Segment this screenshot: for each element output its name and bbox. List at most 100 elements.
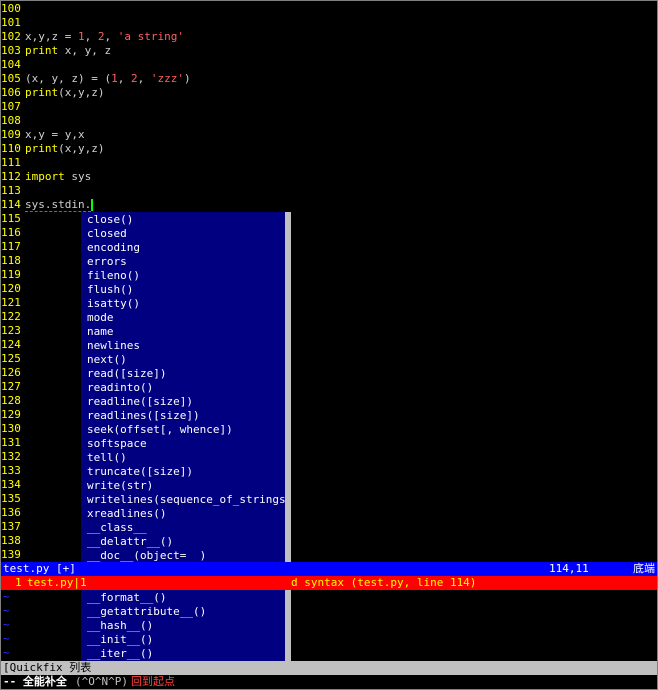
editor-line[interactable]: 129 — [1, 408, 25, 422]
code-token: , — [104, 30, 118, 43]
editor-line[interactable]: 130 — [1, 422, 25, 436]
completion-item[interactable]: errors — [87, 255, 127, 269]
editor-line[interactable]: 125 — [1, 352, 25, 366]
completion-item[interactable]: close() — [87, 213, 133, 227]
quickfix-title: [Quickfix 列表 — [3, 661, 92, 674]
editor-line[interactable]: 116 — [1, 226, 25, 240]
completion-item[interactable]: __iter__() — [87, 647, 153, 661]
completion-scrollbar[interactable] — [285, 212, 291, 675]
completion-item[interactable]: softspace — [87, 437, 147, 451]
editor-line[interactable]: 134 — [1, 478, 25, 492]
completion-item[interactable]: __init__() — [87, 633, 153, 647]
completion-item[interactable]: read([size]) — [87, 367, 166, 381]
completion-item[interactable]: __class__ — [87, 521, 147, 535]
vim-window[interactable]: 100 101 102 x,y,z = 1, 2, 'a string' 103 prin… — [0, 0, 658, 690]
code-token: print — [25, 142, 59, 155]
completion-item[interactable]: readinto() — [87, 381, 153, 395]
completion-item[interactable]: seek(offset[, whence]) — [87, 423, 233, 437]
completion-item[interactable]: newlines — [87, 339, 140, 353]
editor-line[interactable]: 137 — [1, 520, 25, 534]
editor-line[interactable]: 120 — [1, 282, 25, 296]
editor-line[interactable]: 111 — [1, 156, 25, 170]
line-number: 108 — [1, 114, 21, 127]
completion-item[interactable]: flush() — [87, 283, 133, 297]
editor-line[interactable]: 117 — [1, 240, 25, 254]
status-position: 114,11 — [549, 562, 589, 575]
editor-line[interactable]: 122 — [1, 310, 25, 324]
code-token: x,y = y,x — [25, 128, 85, 141]
text-cursor — [91, 199, 94, 211]
line-number: 104 — [1, 58, 21, 71]
editor-line[interactable]: 102 x,y,z = 1, 2, 'a string' — [1, 30, 184, 44]
editor-line[interactable]: 110 print(x,y,z) — [1, 142, 104, 156]
completion-item[interactable]: closed — [87, 227, 127, 241]
completion-item[interactable]: __getattribute__() — [87, 605, 206, 619]
editor-line[interactable]: 128 — [1, 394, 25, 408]
editor-line[interactable]: 113 — [1, 184, 25, 198]
editor-line[interactable]: 101 — [1, 16, 25, 30]
line-number: 134 — [1, 478, 21, 491]
completion-item[interactable]: readline([size]) — [87, 395, 193, 409]
completion-item[interactable]: name — [87, 325, 114, 339]
editor-line[interactable]: 124 — [1, 338, 25, 352]
empty-line-marker: ~ — [3, 590, 10, 603]
editor-line[interactable]: 136 — [1, 506, 25, 520]
editor-line[interactable]: 108 — [1, 114, 25, 128]
line-number: 126 — [1, 366, 21, 379]
completion-item[interactable]: isatty() — [87, 297, 140, 311]
quickfix-entry-message: d syntax (test.py, line 114) — [291, 576, 477, 589]
empty-line-marker: ~ — [3, 604, 10, 617]
completion-item[interactable]: __doc__(object= ) — [87, 549, 206, 563]
editor-line[interactable]: 121 — [1, 296, 25, 310]
completion-item[interactable]: next() — [87, 353, 127, 367]
completion-item[interactable]: writelines(sequence_of_strings) — [87, 493, 292, 507]
editor-line[interactable]: 123 — [1, 324, 25, 338]
editor-line[interactable]: 112 import sys — [1, 170, 91, 184]
line-number: 135 — [1, 492, 21, 505]
code-token: , — [117, 72, 131, 85]
editor-line[interactable]: 105 (x, y, z) = (1, 2, 'zzz') — [1, 72, 191, 86]
editor-line[interactable]: 127 — [1, 380, 25, 394]
line-number: 129 — [1, 408, 21, 421]
editor-line[interactable]: 104 — [1, 58, 25, 72]
completion-item[interactable]: encoding — [87, 241, 140, 255]
completion-item[interactable]: mode — [87, 311, 114, 325]
editor-line[interactable]: 119 — [1, 268, 25, 282]
editor-line[interactable]: 132 — [1, 450, 25, 464]
completion-item[interactable]: fileno() — [87, 269, 140, 283]
line-number: 136 — [1, 506, 21, 519]
completion-item[interactable]: __hash__() — [87, 619, 153, 633]
line-number: 109 — [1, 128, 21, 141]
quickfix-entry[interactable]: 1 test.py|1 d syntax (test.py, line 114) — [1, 576, 657, 590]
line-number: 121 — [1, 296, 21, 309]
completion-item[interactable]: readlines([size]) — [87, 409, 200, 423]
line-number: 102 — [1, 30, 21, 43]
editor-line[interactable]: 131 — [1, 436, 25, 450]
completion-item[interactable]: tell() — [87, 451, 127, 465]
completion-item[interactable]: truncate([size]) — [87, 465, 193, 479]
completion-popup[interactable]: close() closed encoding errors fileno() flush… — [81, 212, 292, 675]
editor-line[interactable]: 100 — [1, 2, 25, 16]
editor-line[interactable]: 109 x,y = y,x — [1, 128, 85, 142]
editor-line[interactable]: 115 — [1, 212, 25, 226]
editor-line[interactable]: 106 print(x,y,z) — [1, 86, 104, 100]
completion-item[interactable]: write(str) — [87, 479, 153, 493]
editor-line[interactable]: 103 print x, y, z — [1, 44, 111, 58]
editor-line[interactable]: 126 — [1, 366, 25, 380]
line-number: 132 — [1, 450, 21, 463]
editor-line[interactable]: 139 — [1, 548, 25, 562]
editor-line[interactable]: 114 sys.stdin. — [1, 198, 94, 212]
empty-line-marker: ~ — [3, 618, 10, 631]
editor-line[interactable]: 138 — [1, 534, 25, 548]
completion-item[interactable]: __delattr__() — [87, 535, 173, 549]
completion-item[interactable]: __format__() — [87, 591, 166, 605]
line-number: 118 — [1, 254, 21, 267]
editor-line[interactable]: 107 — [1, 100, 25, 114]
line-number: 117 — [1, 240, 21, 253]
empty-line-marker: ~ — [3, 646, 10, 659]
editor-line[interactable]: 133 — [1, 464, 25, 478]
status-filename: test.py [+] — [3, 562, 76, 575]
editor-line[interactable]: 118 — [1, 254, 25, 268]
editor-line[interactable]: 135 — [1, 492, 25, 506]
completion-item[interactable]: xreadlines() — [87, 507, 166, 521]
